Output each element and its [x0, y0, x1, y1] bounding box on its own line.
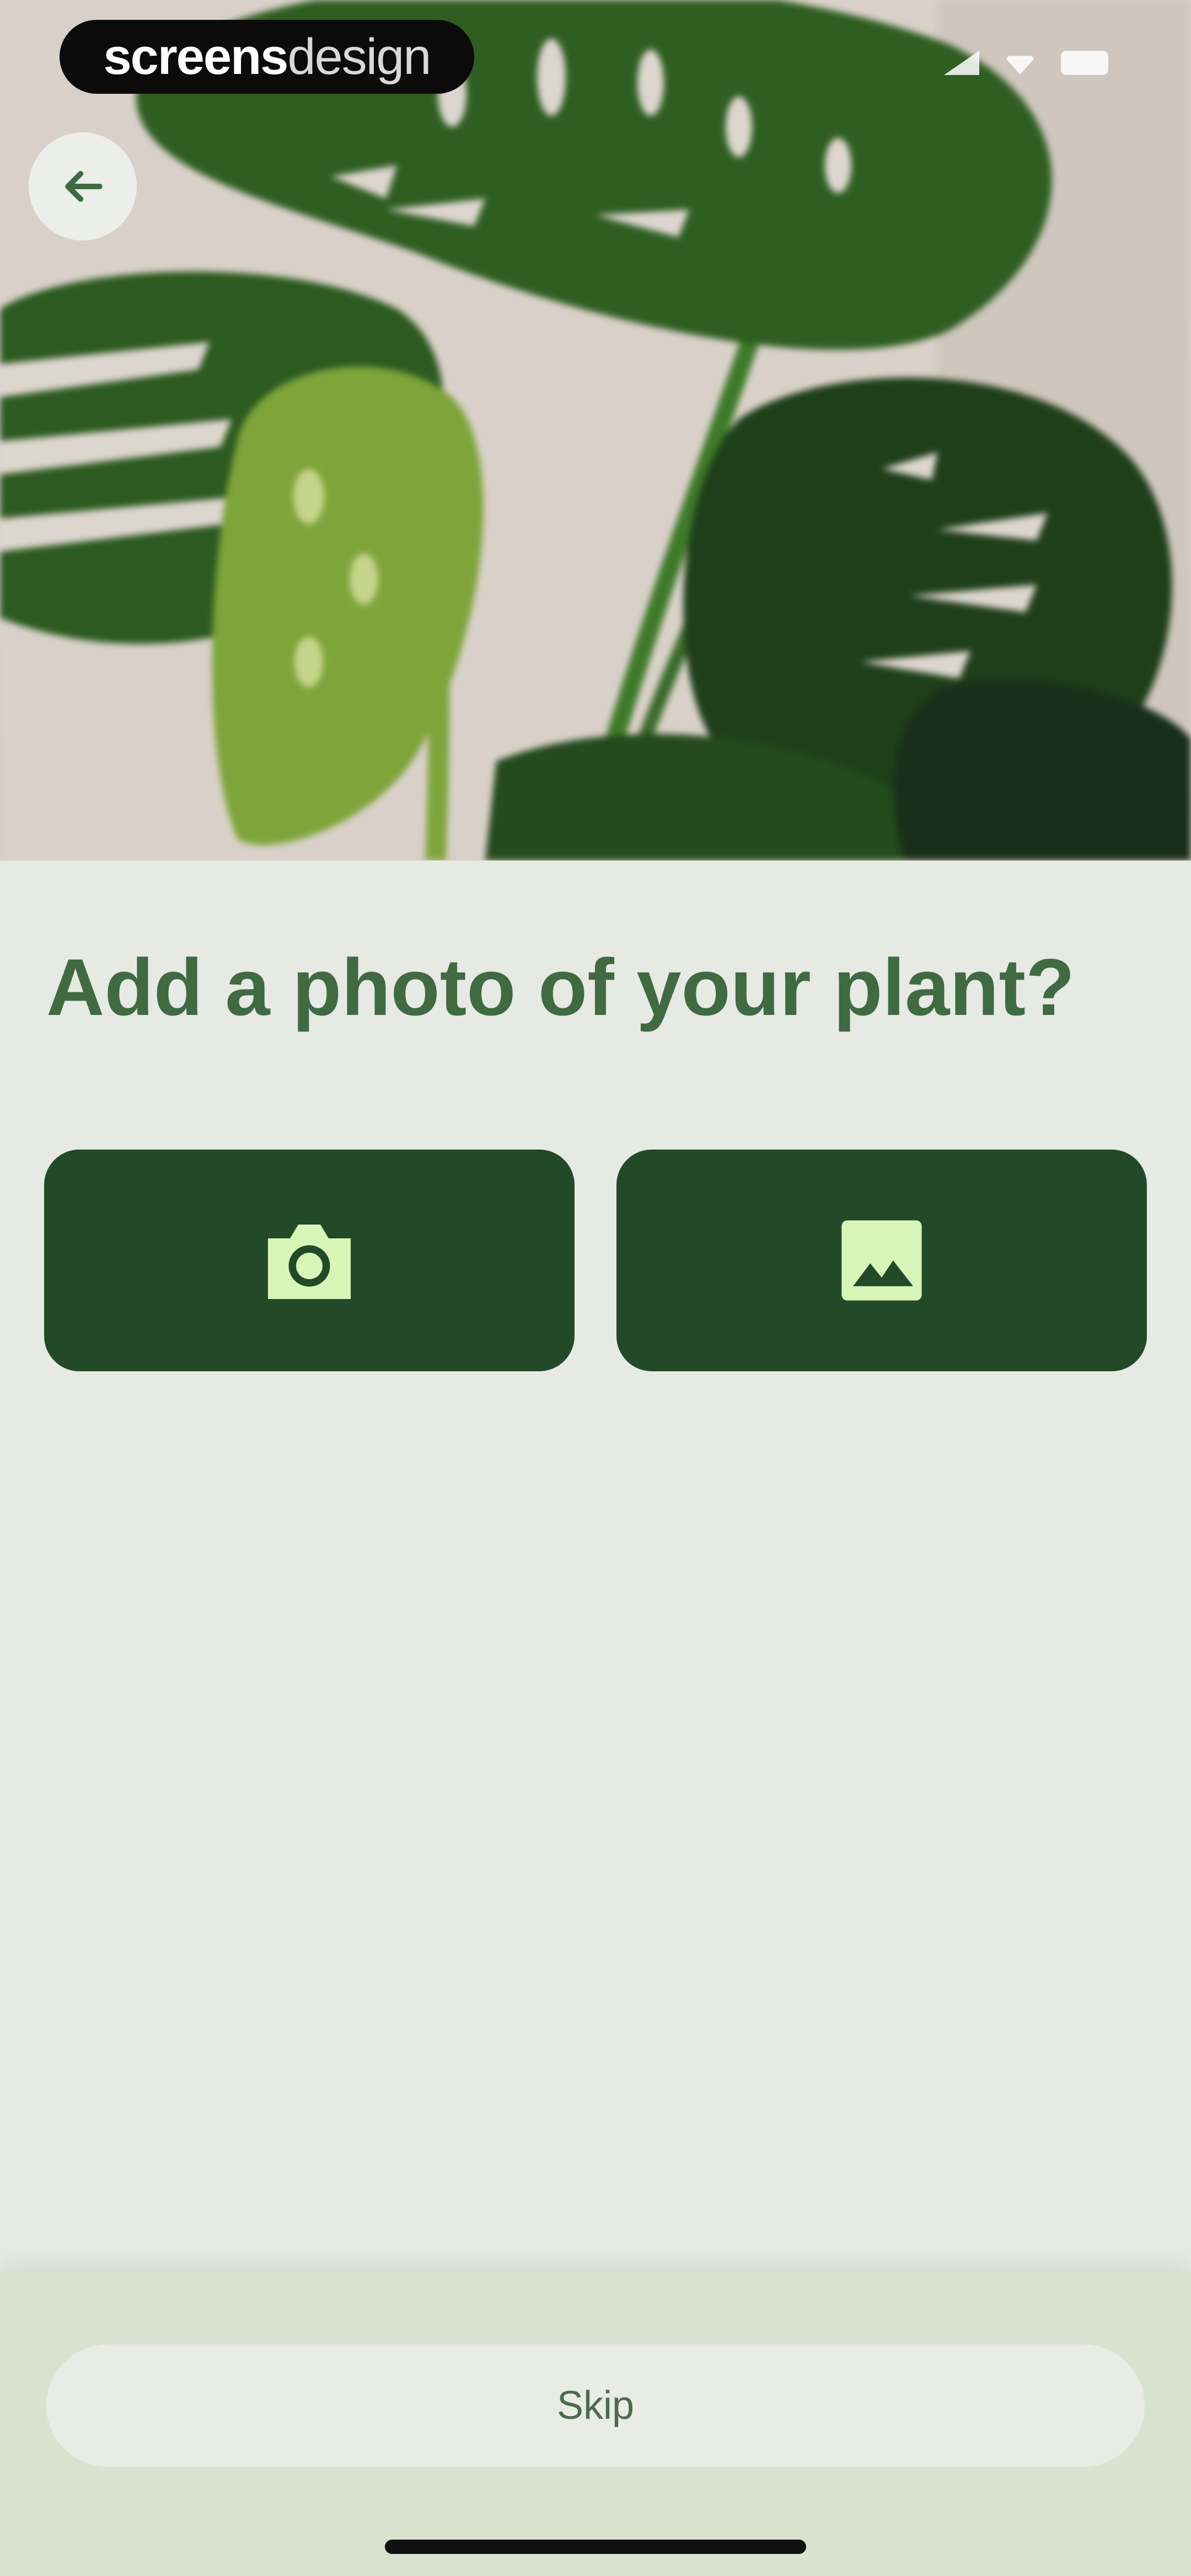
screensdesign-watermark: screensdesign [60, 20, 474, 94]
plant-hero-image [0, 0, 1191, 861]
arrow-left-icon [65, 171, 103, 202]
image-gallery-icon [841, 1220, 922, 1301]
wifi-icon [1004, 56, 1037, 74]
back-button[interactable] [29, 132, 137, 241]
page-title: Add a photo of your plant? [46, 942, 1075, 1032]
battery-icon [1061, 51, 1108, 75]
signal-icon [944, 51, 979, 75]
take-photo-button[interactable] [44, 1150, 575, 1371]
status-bar-icons [944, 51, 1108, 75]
camera-icon [268, 1225, 351, 1299]
choose-from-gallery-button[interactable] [616, 1150, 1147, 1371]
watermark-light-text: design [287, 29, 431, 85]
screen: screensdesign Add a photo of your plant?… [0, 0, 1191, 2576]
skip-button[interactable]: Skip [46, 2344, 1145, 2467]
home-indicator [385, 2540, 806, 2554]
watermark-bold-text: screens [103, 29, 289, 85]
